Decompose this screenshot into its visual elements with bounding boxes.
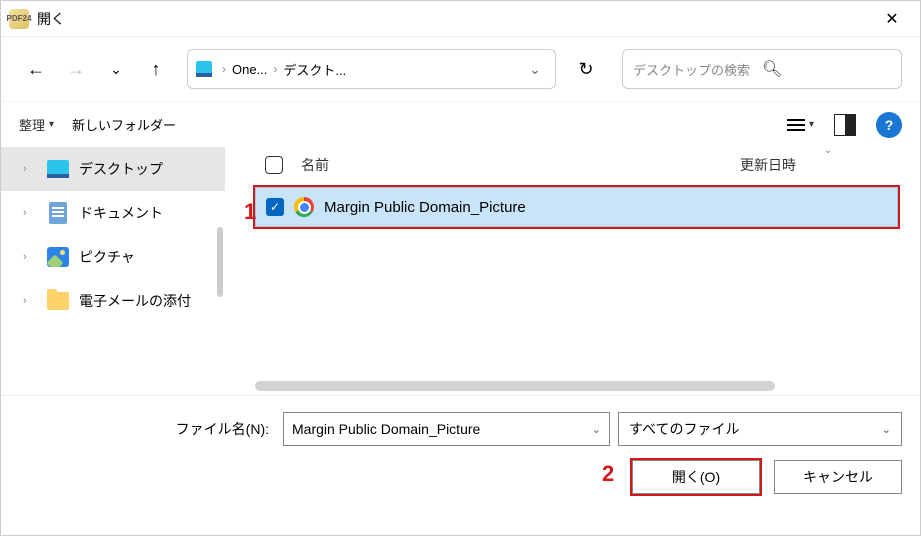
chevron-down-icon: ⌄ xyxy=(882,423,891,436)
breadcrumb-item-2[interactable]: デスクト... xyxy=(283,60,346,79)
navigation-pane: › デスクトップ › ドキュメント › ピクチャ › 電子メールの添付 xyxy=(1,147,225,395)
search-input[interactable]: デスクトップの検索 🔍︎ xyxy=(622,49,902,89)
file-list-pane: 名前 更新日時 ⌄ ✓ Margin Public Domain_Picture xyxy=(225,147,920,395)
column-header-date[interactable]: 更新日時 xyxy=(740,155,920,175)
forward-button[interactable]: → xyxy=(59,52,93,86)
chevron-right-icon[interactable]: › xyxy=(23,163,37,175)
column-header-name[interactable]: 名前 xyxy=(301,155,740,175)
file-name-label: Margin Public Domain_Picture xyxy=(324,199,526,216)
file-row[interactable]: ✓ Margin Public Domain_Picture xyxy=(255,187,898,227)
up-button[interactable]: ↑ xyxy=(139,52,173,86)
nav-item-documents[interactable]: › ドキュメント xyxy=(1,191,225,235)
nav-row: ← → ⌄ ↑ › One... › デスクト... ⌄ ↻ デスクトップの検索… xyxy=(1,37,920,101)
search-placeholder: デスクトップの検索 xyxy=(633,60,762,79)
command-bar: 整理 ▾ 新しいフォルダー ▾ ? xyxy=(1,101,920,147)
filename-row: ファイル名(N): Margin Public Domain_Picture ⌄… xyxy=(19,412,902,446)
chevron-right-icon[interactable]: › xyxy=(23,251,37,263)
recent-locations-button[interactable]: ⌄ xyxy=(99,52,133,86)
nav-item-pictures[interactable]: › ピクチャ xyxy=(1,235,225,279)
cancel-button[interactable]: キャンセル xyxy=(774,460,902,494)
breadcrumb-dropdown[interactable]: ⌄ xyxy=(523,57,547,81)
app-icon: PDF24 xyxy=(9,9,29,29)
horizontal-scrollbar[interactable] xyxy=(255,381,775,391)
document-icon xyxy=(49,202,67,224)
filename-value: Margin Public Domain_Picture xyxy=(292,421,480,437)
breadcrumb-item-1[interactable]: One... xyxy=(232,62,267,77)
navpane-scrollbar[interactable] xyxy=(217,227,223,297)
column-header-row: 名前 更新日時 ⌄ xyxy=(225,147,920,183)
chevron-right-icon[interactable]: › xyxy=(23,207,37,219)
chevron-right-icon[interactable]: › xyxy=(220,62,228,76)
titlebar: PDF24 開く ✕ xyxy=(1,1,920,37)
help-button[interactable]: ? xyxy=(876,112,902,138)
select-all-checkbox[interactable] xyxy=(265,156,283,174)
chevron-down-icon: ▾ xyxy=(49,119,54,130)
desktop-icon xyxy=(47,160,69,178)
pictures-icon xyxy=(47,247,69,267)
organize-menu[interactable]: 整理 ▾ xyxy=(19,115,54,134)
main-area: › デスクトップ › ドキュメント › ピクチャ › 電子メールの添付 名前 更… xyxy=(1,147,920,395)
sort-indicator-icon: ⌄ xyxy=(824,147,832,156)
filter-value: すべてのファイル xyxy=(629,419,739,439)
breadcrumb[interactable]: › One... › デスクト... ⌄ xyxy=(187,49,556,89)
preview-pane-button[interactable] xyxy=(834,114,856,136)
chevron-right-icon[interactable]: › xyxy=(271,62,279,76)
nav-item-label: ドキュメント xyxy=(79,203,163,223)
refresh-button[interactable]: ↻ xyxy=(566,49,606,89)
location-icon xyxy=(196,61,212,77)
file-checkbox[interactable]: ✓ xyxy=(266,198,284,216)
search-icon[interactable]: 🔍︎ xyxy=(762,59,891,79)
chevron-right-icon[interactable]: › xyxy=(23,295,37,307)
nav-item-desktop[interactable]: › デスクトップ xyxy=(1,147,225,191)
view-menu[interactable]: ▾ xyxy=(787,119,814,131)
organize-label: 整理 xyxy=(19,115,45,134)
nav-item-label: デスクトップ xyxy=(79,159,163,179)
file-type-filter[interactable]: すべてのファイル ⌄ xyxy=(618,412,902,446)
window-title: 開く xyxy=(37,9,65,29)
chevron-down-icon: ▾ xyxy=(809,119,814,130)
bottom-panel: ファイル名(N): Margin Public Domain_Picture ⌄… xyxy=(1,395,920,494)
chevron-down-icon[interactable]: ⌄ xyxy=(592,423,601,436)
close-button[interactable]: ✕ xyxy=(872,4,912,34)
nav-item-label: ピクチャ xyxy=(79,247,135,267)
chrome-html-icon xyxy=(294,197,314,217)
open-button[interactable]: 開く(O) xyxy=(632,460,760,494)
filename-input[interactable]: Margin Public Domain_Picture ⌄ xyxy=(283,412,610,446)
filename-label: ファイル名(N): xyxy=(19,419,275,439)
list-view-icon xyxy=(787,119,805,131)
back-button[interactable]: ← xyxy=(19,52,53,86)
new-folder-button[interactable]: 新しいフォルダー xyxy=(72,115,176,134)
nav-item-label: 電子メールの添付 xyxy=(79,291,191,311)
nav-item-email-attachments[interactable]: › 電子メールの添付 xyxy=(1,279,225,323)
folder-icon xyxy=(47,292,69,310)
